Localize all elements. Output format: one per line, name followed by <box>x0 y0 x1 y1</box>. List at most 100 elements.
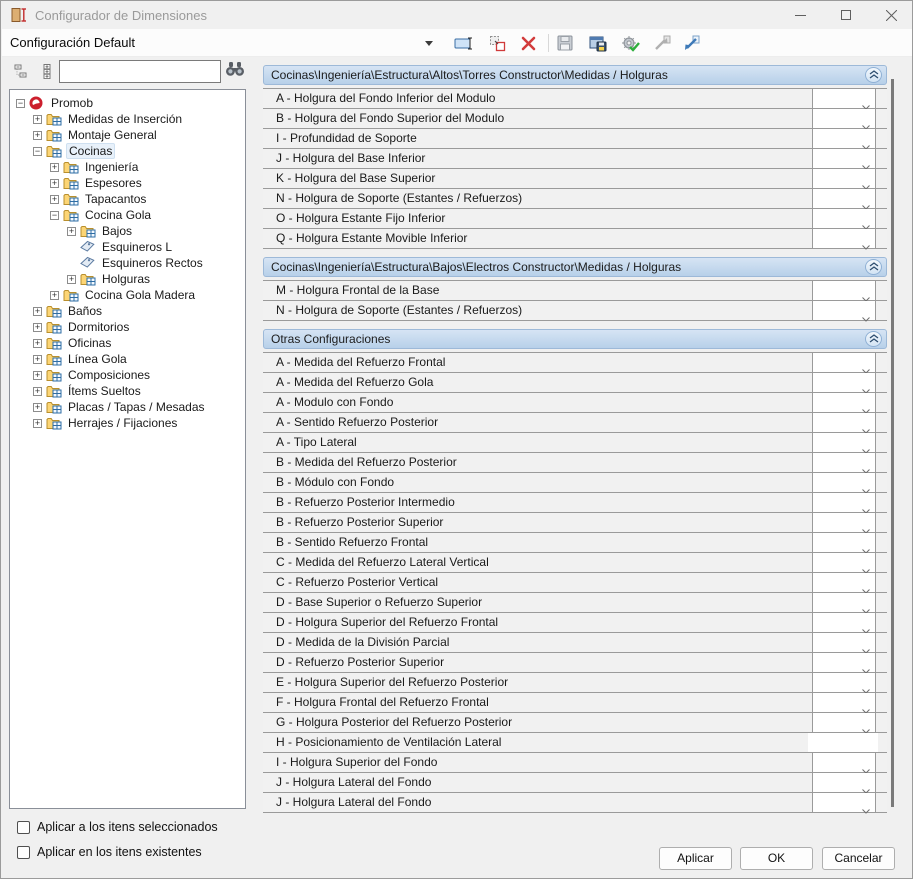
expand-icon[interactable]: + <box>50 163 59 172</box>
collapse-icon[interactable]: − <box>16 99 25 108</box>
value-dropdown[interactable] <box>812 793 876 812</box>
value-dropdown[interactable] <box>812 673 876 692</box>
delete-config-icon[interactable] <box>517 33 539 53</box>
value-dropdown[interactable] <box>812 633 876 652</box>
expand-icon[interactable]: + <box>67 227 76 236</box>
tree-item-dormitorios[interactable]: +Dormitorios <box>10 319 245 335</box>
value-dropdown[interactable] <box>812 773 876 792</box>
save-icon[interactable] <box>554 33 576 53</box>
value-dropdown[interactable] <box>812 353 876 372</box>
expand-icon[interactable]: + <box>33 307 42 316</box>
tree-item-herrajes-fijaciones[interactable]: +Herrajes / Fijaciones <box>10 415 245 431</box>
tree-search-input[interactable] <box>59 60 221 83</box>
tree-item-medidas-de-inserción[interactable]: +Medidas de Inserción <box>10 111 245 127</box>
ok-button[interactable]: OK <box>740 847 813 870</box>
value-dropdown[interactable] <box>812 129 876 148</box>
expand-icon[interactable]: + <box>33 355 42 364</box>
tree-item-placas-tapas-mesadas[interactable]: +Placas / Tapas / Mesadas <box>10 399 245 415</box>
expand-icon[interactable]: + <box>33 131 42 140</box>
minimize-icon[interactable] <box>779 1 821 29</box>
tree-item-espesores[interactable]: +Espesores <box>10 175 245 191</box>
apply-button[interactable]: Aplicar <box>659 847 732 870</box>
value-dropdown[interactable] <box>812 553 876 572</box>
save-database-icon[interactable] <box>587 33 609 53</box>
tree-item-baños[interactable]: +Baños <box>10 303 245 319</box>
value-dropdown[interactable] <box>812 753 876 772</box>
expand-icon[interactable]: + <box>33 339 42 348</box>
tree-item-esquineros-l[interactable]: Esquineros L <box>10 239 245 255</box>
tree-item-composiciones[interactable]: +Composiciones <box>10 367 245 383</box>
config-dropdown-arrow-icon[interactable] <box>418 33 440 53</box>
value-dropdown[interactable] <box>812 189 876 208</box>
export-arrow-icon[interactable] <box>651 33 673 53</box>
collapse-section-button[interactable] <box>865 331 882 347</box>
rename-config-icon[interactable] <box>453 33 475 53</box>
value-dropdown[interactable] <box>812 89 876 108</box>
value-dropdown[interactable] <box>812 229 876 248</box>
value-dropdown[interactable] <box>812 493 876 512</box>
tree-item-línea-gola[interactable]: +Línea Gola <box>10 351 245 367</box>
config-selector[interactable]: Configuración Default <box>10 35 135 50</box>
expand-icon[interactable]: + <box>33 323 42 332</box>
value-dropdown[interactable] <box>812 653 876 672</box>
tree-item-ítems-sueltos[interactable]: +Ítems Sueltos <box>10 383 245 399</box>
checkbox-row-apply-selected[interactable]: Aplicar a los itens seleccionados <box>17 820 218 834</box>
duplicate-config-icon[interactable] <box>486 33 508 53</box>
tree-item-holguras[interactable]: +Holguras <box>10 271 245 287</box>
collapse-all-icon[interactable] <box>10 59 32 83</box>
close-icon[interactable] <box>870 1 912 29</box>
checkbox-icon[interactable] <box>17 821 30 834</box>
expand-icon[interactable]: + <box>33 403 42 412</box>
expand-icon[interactable]: + <box>67 275 76 284</box>
tree-item-cocina-gola-madera[interactable]: +Cocina Gola Madera <box>10 287 245 303</box>
collapse-icon[interactable]: − <box>50 211 59 220</box>
checkbox-icon[interactable] <box>17 846 30 859</box>
value-dropdown[interactable] <box>812 713 876 732</box>
expand-all-icon[interactable] <box>36 59 58 83</box>
tree-item-tapacantos[interactable]: +Tapacantos <box>10 191 245 207</box>
tree-item-promob[interactable]: −Promob <box>10 95 245 111</box>
tree-item-esquineros-rectos[interactable]: Esquineros Rectos <box>10 255 245 271</box>
expand-icon[interactable]: + <box>33 387 42 396</box>
value-dropdown[interactable] <box>812 513 876 532</box>
value-dropdown[interactable] <box>812 413 876 432</box>
value-field[interactable] <box>808 733 878 752</box>
collapse-icon[interactable]: − <box>33 147 42 156</box>
value-dropdown[interactable] <box>812 453 876 472</box>
value-dropdown[interactable] <box>812 149 876 168</box>
maximize-icon[interactable] <box>825 1 867 29</box>
checkbox-row-apply-existing[interactable]: Aplicar en los itens existentes <box>17 845 202 859</box>
binoculars-search-icon[interactable] <box>225 61 245 81</box>
expand-icon[interactable]: + <box>33 371 42 380</box>
scrollbar-thumb[interactable] <box>891 79 894 807</box>
expand-icon[interactable]: + <box>33 115 42 124</box>
collapse-section-button[interactable] <box>865 67 882 83</box>
scrollbar[interactable] <box>890 67 895 811</box>
tree-item-bajos[interactable]: +Bajos <box>10 223 245 239</box>
tree-item-ingeniería[interactable]: +Ingeniería <box>10 159 245 175</box>
value-dropdown[interactable] <box>812 373 876 392</box>
tree-item-oficinas[interactable]: +Oficinas <box>10 335 245 351</box>
expand-icon[interactable]: + <box>50 179 59 188</box>
gear-check-icon[interactable] <box>619 33 641 53</box>
value-dropdown[interactable] <box>812 301 876 320</box>
value-dropdown[interactable] <box>812 593 876 612</box>
value-dropdown[interactable] <box>812 693 876 712</box>
value-dropdown[interactable] <box>812 281 876 300</box>
value-dropdown[interactable] <box>812 393 876 412</box>
value-dropdown[interactable] <box>812 473 876 492</box>
tree-item-montaje-general[interactable]: +Montaje General <box>10 127 245 143</box>
collapse-section-button[interactable] <box>865 259 882 275</box>
expand-icon[interactable]: + <box>50 195 59 204</box>
cancel-button[interactable]: Cancelar <box>822 847 895 870</box>
value-dropdown[interactable] <box>812 613 876 632</box>
expand-icon[interactable]: + <box>50 291 59 300</box>
tree-item-cocina-gola[interactable]: −Cocina Gola <box>10 207 245 223</box>
value-dropdown[interactable] <box>812 109 876 128</box>
value-dropdown[interactable] <box>812 433 876 452</box>
import-arrow-icon[interactable] <box>680 33 702 53</box>
value-dropdown[interactable] <box>812 209 876 228</box>
tree-item-cocinas[interactable]: −Cocinas <box>10 143 245 159</box>
value-dropdown[interactable] <box>812 573 876 592</box>
expand-icon[interactable]: + <box>33 419 42 428</box>
